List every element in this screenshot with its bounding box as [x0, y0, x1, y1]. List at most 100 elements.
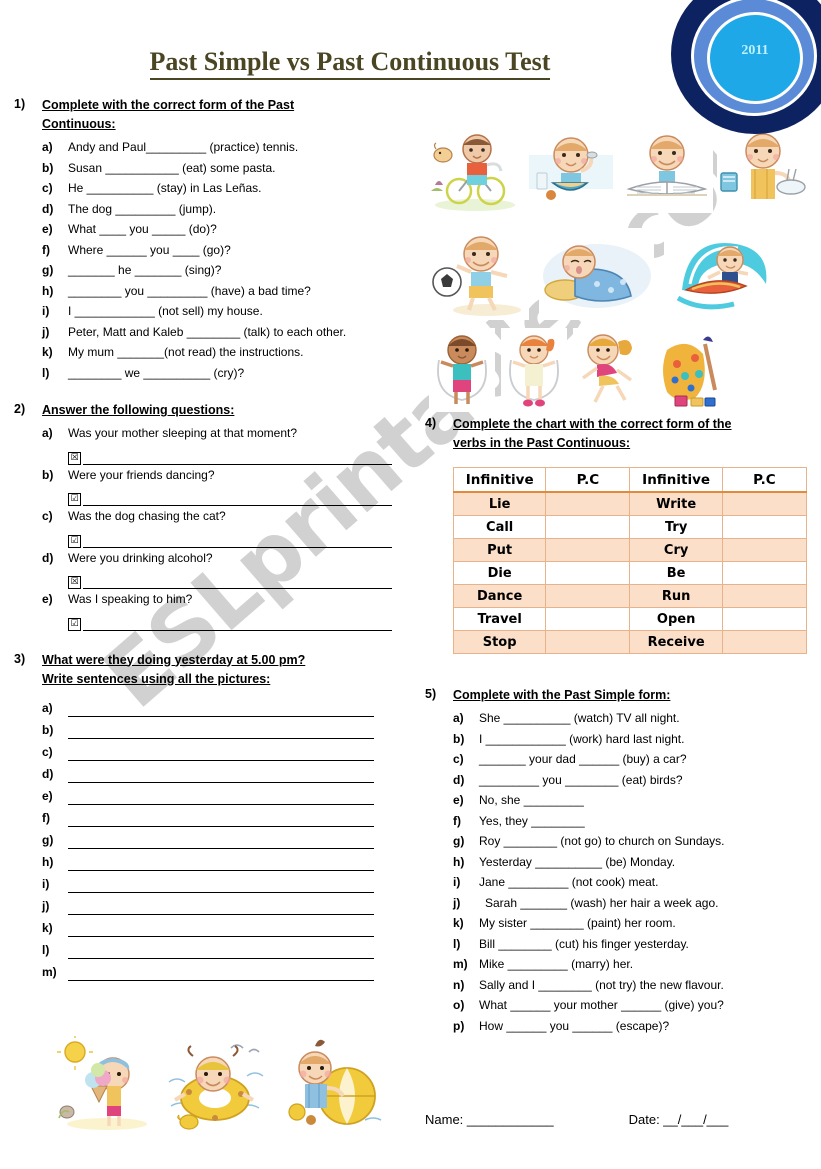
- girl-dancing-image: [573, 328, 645, 412]
- item-text[interactable]: My sister ________ (paint) her room.: [479, 913, 810, 934]
- write-line-row: j): [42, 893, 414, 915]
- answer-cell[interactable]: [545, 491, 631, 516]
- answer-cell[interactable]: [721, 561, 808, 585]
- list-item: o) What ______ your mother ______ (give) …: [453, 995, 810, 1016]
- item-text[interactable]: My mum _______(not read) the instruction…: [68, 342, 414, 363]
- item-text[interactable]: Susan ___________ (eat) some pasta.: [68, 158, 414, 179]
- item-text[interactable]: She __________ (watch) TV all night.: [479, 708, 810, 729]
- item-text[interactable]: ________ you _________ (have) a bad time…: [68, 281, 414, 302]
- answer-line[interactable]: [83, 492, 392, 506]
- write-line[interactable]: [68, 812, 374, 827]
- answer-cell[interactable]: [545, 630, 631, 654]
- item-text[interactable]: I ____________ (not sell) my house.: [68, 301, 414, 322]
- exercise-1: 1) Complete with the correct form of the…: [14, 96, 414, 134]
- exercise-5-items: a) She __________ (watch) TV all night. b…: [453, 708, 810, 1036]
- item-text[interactable]: Peter, Matt and Kaleb ________ (talk) to…: [68, 322, 414, 343]
- exercise-5-heading: Complete with the Past Simple form:: [453, 686, 670, 705]
- write-line[interactable]: [68, 966, 374, 981]
- answer-cell[interactable]: [545, 584, 631, 608]
- answer-cell[interactable]: [721, 630, 808, 654]
- write-line[interactable]: [68, 944, 374, 959]
- checkbox-crossed-icon[interactable]: ☒: [68, 576, 81, 589]
- item-text[interactable]: What ____ you _____ (do)?: [68, 219, 414, 240]
- answer-cell[interactable]: [545, 561, 631, 585]
- answer-cell[interactable]: [721, 607, 808, 631]
- item-text[interactable]: The dog _________ (jump).: [68, 199, 414, 220]
- write-line[interactable]: [68, 856, 374, 871]
- item-letter: d): [453, 772, 465, 787]
- write-line-row: d): [42, 761, 414, 783]
- item-text[interactable]: Roy ________ (not go) to church on Sunda…: [479, 831, 810, 852]
- item-letter: k): [42, 920, 53, 935]
- item-text[interactable]: Yesterday __________ (be) Monday.: [479, 852, 810, 873]
- answer-cell[interactable]: [721, 538, 808, 562]
- item-letter: l): [42, 365, 50, 380]
- exercise-4-heading-line2: verbs in the Past Continuous:: [453, 436, 631, 450]
- write-line[interactable]: [68, 900, 374, 915]
- checkbox-crossed-icon[interactable]: ☒: [68, 451, 81, 465]
- item-letter: d): [42, 550, 54, 565]
- item-text[interactable]: What ______ your mother ______ (give) yo…: [479, 995, 810, 1016]
- item-text[interactable]: Bill ________ (cut) his finger yesterday…: [479, 934, 810, 955]
- item-letter: f): [42, 810, 50, 825]
- verb-cell: Open: [629, 607, 723, 631]
- item-text[interactable]: _________ you ________ (eat) birds?: [479, 770, 810, 791]
- answer-line[interactable]: [83, 575, 392, 589]
- child-eating-soup-image: [525, 125, 617, 213]
- date-field-label[interactable]: Date: __/___/___: [629, 1112, 729, 1127]
- item-text[interactable]: Yes, they ________: [479, 811, 810, 832]
- verb-cell: Die: [452, 561, 547, 585]
- list-item: d) _________ you ________ (eat) birds?: [453, 770, 810, 791]
- name-field-label[interactable]: Name: ____________: [425, 1112, 625, 1127]
- checkbox-checked-icon[interactable]: ☑: [68, 617, 81, 631]
- item-text[interactable]: How ______ you ______ (escape)?: [479, 1016, 810, 1037]
- table-row: Travel Open: [452, 607, 808, 631]
- write-line[interactable]: [68, 746, 374, 761]
- item-letter: b): [42, 722, 54, 737]
- write-line-row: g): [42, 827, 414, 849]
- item-text[interactable]: Andy and Paul_________ (practice) tennis…: [68, 137, 414, 158]
- write-line[interactable]: [68, 922, 374, 937]
- item-text[interactable]: ________ we __________ (cry)?: [68, 363, 414, 384]
- table-header-row: Infinitive P.C Infinitive P.C: [452, 467, 808, 493]
- item-text[interactable]: Sarah _______ (wash) her hair a week ago…: [479, 893, 810, 914]
- write-line[interactable]: [68, 724, 374, 739]
- answer-cell[interactable]: [721, 584, 808, 608]
- answer-cell[interactable]: [721, 515, 808, 539]
- item-text[interactable]: _______ he _______ (sing)?: [68, 260, 414, 281]
- exercise-3-lines: a) b) c) d) e) f) g) h) i) j) k) l) m): [42, 695, 414, 981]
- answer-row: ☒: [68, 568, 414, 589]
- question-text: Were your friends dancing?: [68, 467, 215, 482]
- answer-cell[interactable]: [721, 491, 808, 516]
- checkbox-checked-icon[interactable]: ☑: [68, 493, 81, 506]
- item-text[interactable]: I ____________ (work) hard last night.: [479, 729, 810, 750]
- child-washing-dishes-image: [717, 125, 809, 213]
- answer-line[interactable]: [83, 451, 392, 465]
- item-text[interactable]: Jane _________ (not cook) meat.: [479, 872, 810, 893]
- item-text[interactable]: No, she _________: [479, 790, 810, 811]
- child-reading-book-image: [621, 125, 713, 213]
- answer-cell[interactable]: [545, 515, 631, 539]
- write-line[interactable]: [68, 702, 374, 717]
- item-text[interactable]: Mike _________ (marry) her.: [479, 954, 810, 975]
- answer-cell[interactable]: [545, 607, 631, 631]
- item-text[interactable]: He __________ (stay) in Las Leñas.: [68, 178, 414, 199]
- answer-line[interactable]: [83, 534, 392, 548]
- answer-line[interactable]: [83, 617, 392, 631]
- item-text[interactable]: Where ______ you ____ (go)?: [68, 240, 414, 261]
- list-item: m) Mike _________ (marry) her.: [453, 954, 810, 975]
- write-line[interactable]: [68, 768, 374, 783]
- item-letter: c): [42, 181, 53, 195]
- item-text[interactable]: _______ your dad ______ (buy) a car?: [479, 749, 810, 770]
- checkbox-checked-icon[interactable]: ☑: [68, 534, 81, 548]
- list-item: g) _______ he _______ (sing)?: [42, 260, 414, 281]
- write-line[interactable]: [68, 834, 374, 849]
- write-line-row: a): [42, 695, 414, 717]
- write-line[interactable]: [68, 878, 374, 893]
- list-item: b) Were your friends dancing?: [42, 465, 414, 486]
- write-line-row: m): [42, 959, 414, 981]
- verb-cell: Put: [452, 538, 547, 562]
- item-text[interactable]: Sally and I ________ (not try) the new f…: [479, 975, 810, 996]
- write-line[interactable]: [68, 790, 374, 805]
- answer-cell[interactable]: [545, 538, 631, 562]
